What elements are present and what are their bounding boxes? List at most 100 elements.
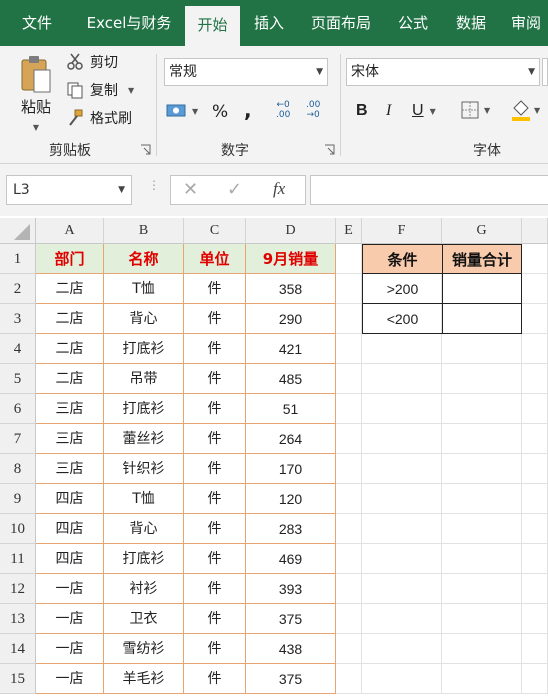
table-cell[interactable]: 羊毛衫 <box>104 664 184 694</box>
table-cell[interactable]: 件 <box>184 484 246 514</box>
column-header-e[interactable]: E <box>336 218 362 244</box>
cell[interactable] <box>362 334 442 364</box>
cell[interactable] <box>522 304 548 334</box>
table-cell[interactable]: 一店 <box>36 634 104 664</box>
cell[interactable] <box>362 634 442 664</box>
cell[interactable] <box>336 484 362 514</box>
enter-icon[interactable]: ✓ <box>227 179 242 200</box>
cell[interactable] <box>362 394 442 424</box>
copy-dropdown-icon[interactable]: ▼ <box>128 86 134 95</box>
currency-dropdown-icon[interactable]: ▼ <box>192 107 198 116</box>
cell[interactable] <box>362 514 442 544</box>
table-cell[interactable]: 吊带 <box>104 364 184 394</box>
table-cell[interactable]: 件 <box>184 544 246 574</box>
table-cell[interactable]: 358 <box>246 274 336 304</box>
cell[interactable] <box>522 514 548 544</box>
cell[interactable] <box>442 394 522 424</box>
paste-button[interactable]: 粘贴 ▼ <box>14 54 58 132</box>
column-header-h[interactable] <box>522 218 548 244</box>
table-cell[interactable]: 蕾丝衫 <box>104 424 184 454</box>
column-header-c[interactable]: C <box>184 218 246 244</box>
criteria-header-cell[interactable]: 销量合计 <box>442 244 522 274</box>
cell[interactable] <box>522 544 548 574</box>
cell[interactable] <box>336 424 362 454</box>
table-cell[interactable]: 120 <box>246 484 336 514</box>
table-cell[interactable]: 375 <box>246 664 336 694</box>
cell[interactable] <box>336 634 362 664</box>
table-cell[interactable]: 背心 <box>104 514 184 544</box>
table-cell[interactable]: 290 <box>246 304 336 334</box>
column-header-a[interactable]: A <box>36 218 104 244</box>
fill-color-dropdown-icon[interactable]: ▼ <box>534 106 540 115</box>
table-cell[interactable]: 375 <box>246 604 336 634</box>
number-launcher-icon[interactable] <box>324 144 335 155</box>
tab-excel-finance[interactable]: Excel与财务 <box>80 0 178 46</box>
cell[interactable] <box>336 334 362 364</box>
cell[interactable] <box>522 334 548 364</box>
cell[interactable] <box>442 574 522 604</box>
table-cell[interactable]: 件 <box>184 274 246 304</box>
criteria-header-cell[interactable]: 条件 <box>362 244 443 274</box>
table-cell[interactable]: 二店 <box>36 334 104 364</box>
cell[interactable] <box>442 454 522 484</box>
percent-button[interactable]: % <box>212 102 228 122</box>
table-cell[interactable]: 三店 <box>36 394 104 424</box>
underline-button[interactable]: U ▼ <box>412 102 436 120</box>
table-cell[interactable]: 438 <box>246 634 336 664</box>
table-cell[interactable]: 469 <box>246 544 336 574</box>
row-header-7[interactable]: 7 <box>0 424 36 454</box>
table-cell[interactable]: 打底衫 <box>104 394 184 424</box>
cell[interactable] <box>522 604 548 634</box>
table-cell[interactable]: 一店 <box>36 664 104 694</box>
table-cell[interactable]: 170 <box>246 454 336 484</box>
cell[interactable] <box>336 544 362 574</box>
cancel-icon[interactable]: ✕ <box>183 179 198 200</box>
tab-insert[interactable]: 插入 <box>246 0 292 46</box>
table-cell[interactable]: 件 <box>184 634 246 664</box>
cut-button[interactable]: 剪切 <box>66 52 118 72</box>
select-all-corner[interactable] <box>0 218 36 244</box>
cell[interactable] <box>336 244 362 274</box>
table-cell[interactable]: 393 <box>246 574 336 604</box>
cell[interactable] <box>362 574 442 604</box>
table-cell[interactable]: 421 <box>246 334 336 364</box>
column-header-b[interactable]: B <box>104 218 184 244</box>
table-cell[interactable]: 衬衫 <box>104 574 184 604</box>
formula-input[interactable] <box>310 175 548 205</box>
column-header-d[interactable]: D <box>246 218 336 244</box>
cell[interactable] <box>522 274 548 304</box>
cell[interactable] <box>522 574 548 604</box>
table-cell[interactable]: 件 <box>184 454 246 484</box>
cell[interactable] <box>442 604 522 634</box>
tab-formulas[interactable]: 公式 <box>390 0 436 46</box>
table-cell[interactable]: 件 <box>184 424 246 454</box>
criteria-cell[interactable]: >200 <box>362 274 443 304</box>
cell[interactable] <box>522 364 548 394</box>
table-cell[interactable]: 三店 <box>36 454 104 484</box>
table-cell[interactable]: 件 <box>184 514 246 544</box>
row-header-5[interactable]: 5 <box>0 364 36 394</box>
cell[interactable] <box>362 424 442 454</box>
cell[interactable] <box>442 334 522 364</box>
cell[interactable] <box>522 424 548 454</box>
table-cell[interactable]: 二店 <box>36 274 104 304</box>
row-header-6[interactable]: 6 <box>0 394 36 424</box>
cell[interactable] <box>362 664 442 694</box>
cell[interactable] <box>336 304 362 334</box>
tab-home[interactable]: 开始 <box>185 6 240 46</box>
row-header-3[interactable]: 3 <box>0 304 36 334</box>
table-cell[interactable]: 四店 <box>36 544 104 574</box>
row-header-8[interactable]: 8 <box>0 454 36 484</box>
tab-page-layout[interactable]: 页面布局 <box>302 0 380 46</box>
cell[interactable] <box>336 394 362 424</box>
cell[interactable] <box>336 574 362 604</box>
table-cell[interactable]: 四店 <box>36 514 104 544</box>
table-cell[interactable]: 51 <box>246 394 336 424</box>
criteria-cell[interactable]: <200 <box>362 304 443 334</box>
table-header-cell[interactable]: 名称 <box>104 244 184 274</box>
underline-dropdown-icon[interactable]: ▼ <box>430 107 436 116</box>
row-header-10[interactable]: 10 <box>0 514 36 544</box>
cell[interactable] <box>522 634 548 664</box>
borders-button[interactable]: ▼ <box>460 100 490 120</box>
column-header-g[interactable]: G <box>442 218 522 244</box>
